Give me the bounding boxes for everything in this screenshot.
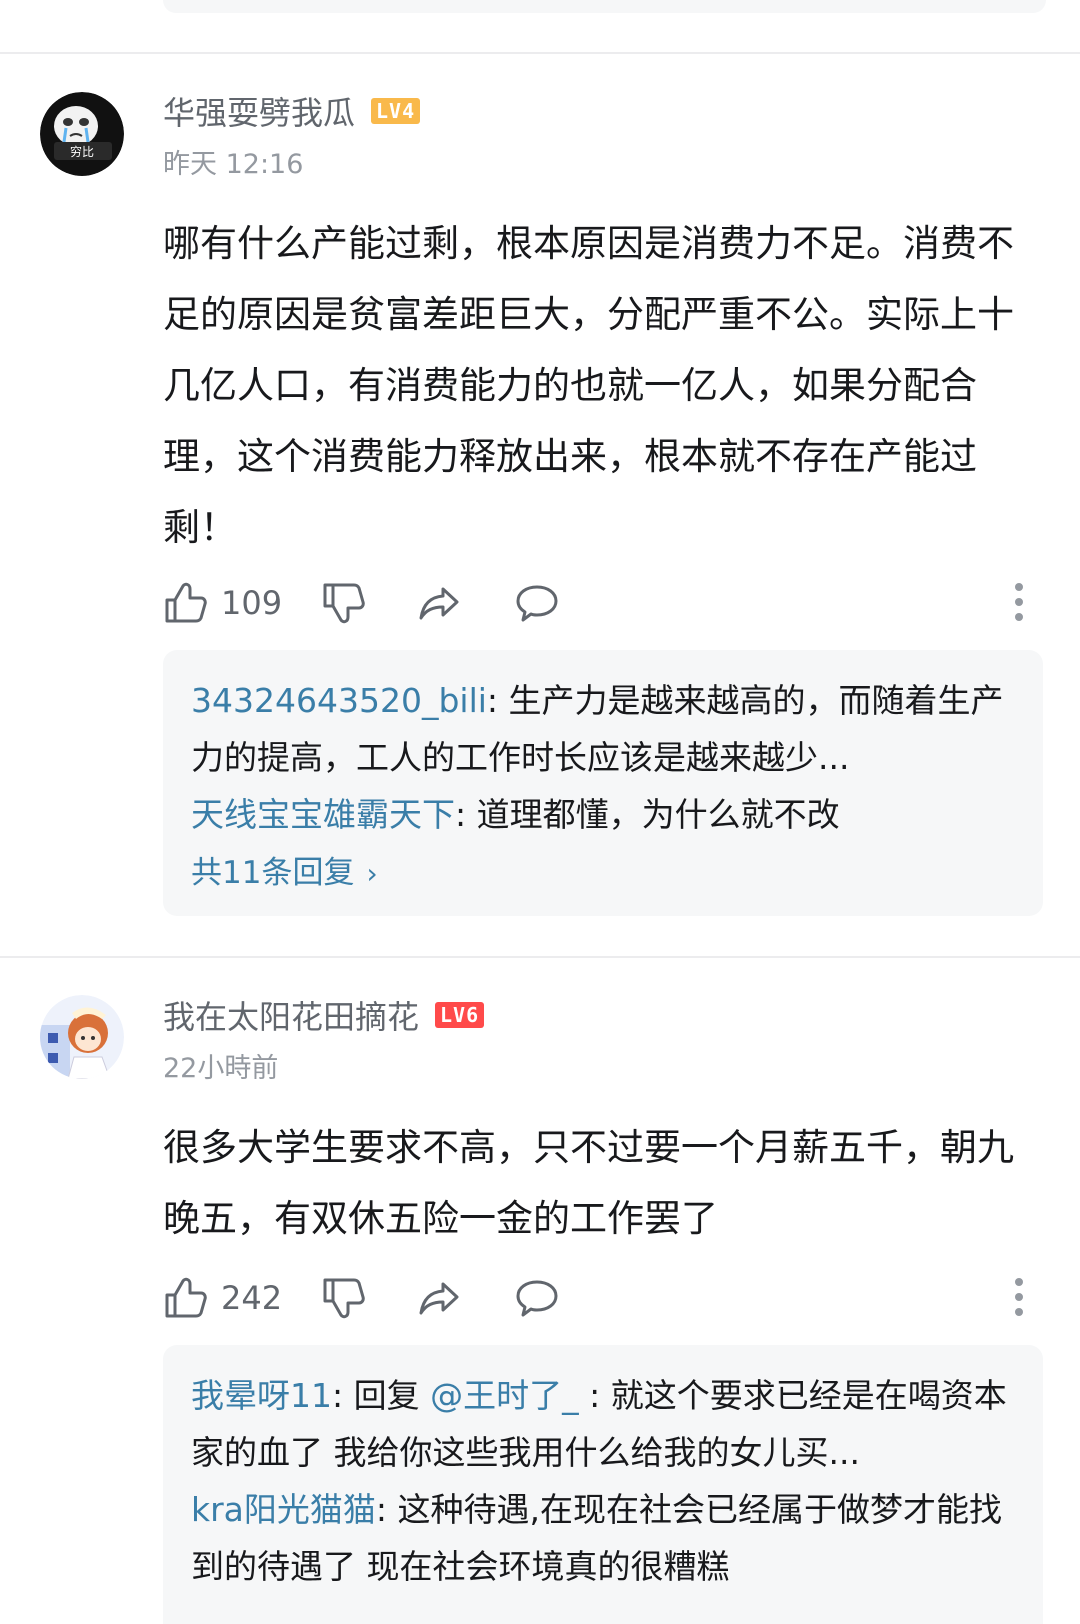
divider bbox=[0, 956, 1080, 958]
avatar[interactable] bbox=[40, 995, 124, 1079]
reply-button[interactable] bbox=[515, 1273, 559, 1323]
divider bbox=[0, 52, 1080, 54]
comment-content: 哪有什么产能过剩，根本原因是消费力不足。消费不足的原因是贫富差距巨大，分配严重不… bbox=[163, 222, 1014, 549]
reply-prefix: 回复 bbox=[353, 1376, 431, 1415]
reply-username[interactable]: 我晕呀11 bbox=[191, 1376, 332, 1415]
reply-text: 道理都懂，为什么就不改 bbox=[476, 795, 840, 834]
chevron-right-icon: › bbox=[366, 857, 378, 890]
level-badge: LV6 bbox=[435, 1002, 485, 1028]
like-button[interactable]: 242 bbox=[163, 1273, 282, 1323]
previous-replies-card bbox=[163, 0, 1046, 13]
thumbs-up-icon bbox=[165, 1277, 207, 1318]
more-vertical-icon[interactable] bbox=[1015, 583, 1023, 628]
thumbs-up-icon bbox=[165, 582, 207, 623]
comment-content: 很多大学生要求不高，只不过要一个月薪五千，朝九晚五，有双休五险一金的工作罢了 bbox=[163, 1126, 1014, 1240]
anime-girl-avatar-icon bbox=[40, 995, 124, 1079]
like-count: 109 bbox=[221, 584, 283, 622]
reply-item[interactable]: 我晕呀11: 回复 @王时了_ : 就这个要求已经是在喝资本家的血了 我给你这些… bbox=[191, 1367, 1015, 1481]
username-text[interactable]: 华强耍劈我瓜 bbox=[163, 88, 355, 134]
total-replies-text[interactable]: 共11条回复 bbox=[191, 845, 354, 902]
more-vertical-icon[interactable] bbox=[1015, 1278, 1023, 1323]
comment-time: 22小時前 bbox=[163, 1053, 279, 1084]
avatar-caption: 穷比 bbox=[70, 144, 94, 159]
reply-preview-card[interactable]: 我晕呀11: 回复 @王时了_ : 就这个要求已经是在喝资本家的血了 我给你这些… bbox=[163, 1345, 1043, 1624]
reply-mention[interactable]: @王时了_ bbox=[430, 1376, 579, 1415]
avatar[interactable]: 穷比 bbox=[40, 92, 124, 176]
share-button[interactable] bbox=[417, 1273, 461, 1323]
share-icon bbox=[419, 587, 459, 620]
reply-username[interactable]: kra阳光猫猫 bbox=[191, 1490, 376, 1529]
reply-item[interactable]: 天线宝宝雄霸天下: 道理都懂，为什么就不改 bbox=[191, 786, 1015, 843]
share-icon bbox=[419, 1282, 459, 1315]
like-count: 242 bbox=[221, 1279, 283, 1317]
comment-time: 昨天 12:16 bbox=[163, 149, 304, 180]
username[interactable]: 我在太阳花田摘花 LV6 bbox=[163, 992, 485, 1038]
username[interactable]: 华强耍劈我瓜 LV4 bbox=[163, 88, 421, 134]
like-button[interactable]: 109 bbox=[163, 578, 282, 628]
reply-username[interactable]: 天线宝宝雄霸天下 bbox=[191, 795, 455, 834]
comment-actions: 109 bbox=[163, 578, 1043, 628]
view-all-replies-link[interactable]: 共11条回复 › bbox=[191, 845, 1015, 902]
dislike-button[interactable] bbox=[321, 578, 365, 628]
reply-item[interactable]: kra阳光猫猫: 这种待遇,在现在社会已经属于做梦才能找到的待遇了 现在社会环境… bbox=[191, 1481, 1015, 1595]
username-text[interactable]: 我在太阳花田摘花 bbox=[163, 992, 419, 1038]
reply-username[interactable]: 34324643520_bili bbox=[191, 681, 487, 720]
comment-bubble-icon bbox=[516, 585, 558, 622]
thumbs-down-icon bbox=[323, 1278, 365, 1319]
comment-bubble-icon bbox=[516, 1280, 558, 1317]
reply-preview-card[interactable]: 34324643520_bili: 生产力是越来越高的，而随着生产力的提高，工人… bbox=[163, 650, 1043, 916]
level-badge: LV4 bbox=[371, 98, 421, 124]
dislike-button[interactable] bbox=[321, 1273, 365, 1323]
reply-button[interactable] bbox=[515, 578, 559, 628]
reply-item[interactable]: 34324643520_bili: 生产力是越来越高的，而随着生产力的提高，工人… bbox=[191, 672, 1015, 786]
comment-actions: 242 bbox=[163, 1273, 1043, 1323]
thumbs-down-icon bbox=[323, 583, 365, 624]
crying-meme-avatar-icon: 穷比 bbox=[40, 92, 124, 176]
share-button[interactable] bbox=[417, 578, 461, 628]
